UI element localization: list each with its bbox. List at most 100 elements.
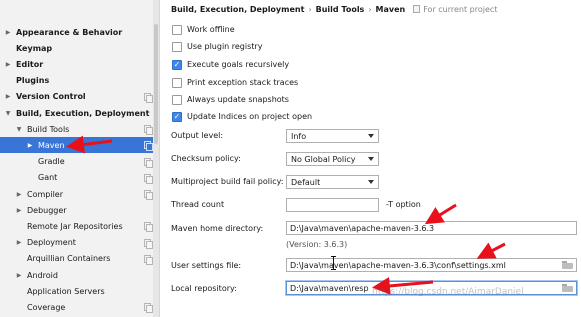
sidebar-item-label: Build Tools [27, 124, 70, 134]
chevron-down-icon [368, 157, 374, 161]
sidebar-item-label: Debugger [27, 205, 67, 215]
checkbox-work-offline[interactable]: Work offline [172, 23, 235, 36]
checkbox-use-plugin-registry[interactable]: Use plugin registry [172, 40, 262, 53]
checkbox-label: Print exception stack traces [187, 78, 299, 87]
thread-count-label: Thread count [171, 200, 225, 209]
maven-home-input[interactable]: D:\Java\maven\apache-maven-3.6.3 [286, 221, 577, 235]
sidebar-item-application-servers[interactable]: Application Servers [0, 283, 154, 299]
checkbox-unchecked-icon[interactable] [172, 77, 182, 88]
checkbox-unchecked-icon[interactable] [172, 41, 182, 52]
breadcrumb-maven: Maven [375, 4, 406, 14]
sidebar-item-label: Arquillian Containers [27, 254, 111, 264]
watermark: https://blog.csdn.net/AimarDaniel [372, 287, 524, 297]
sidebar-item-build-execution-deployment[interactable]: ▼ Build, Execution, Deployment [0, 105, 154, 121]
checksum-policy-select[interactable]: No Global Policy [286, 152, 379, 166]
checkbox-label: Always update snapshots [187, 95, 289, 104]
checkbox-execute-goals-recursively[interactable]: ✓ Execute goals recursively [172, 58, 289, 71]
maven-settings-panel: Build, Execution, Deployment › Build Too… [161, 0, 581, 317]
expand-arrow-icon[interactable]: ▼ [4, 110, 12, 117]
expand-arrow-icon[interactable]: ▼ [15, 126, 23, 133]
project-settings-icon [144, 254, 153, 265]
sidebar-item-editor[interactable]: ▶ Editor [0, 56, 154, 72]
collapse-arrow-icon[interactable]: ▶ [4, 29, 12, 36]
output-level-label: Output level: [171, 131, 224, 140]
breadcrumb-separator: › [308, 4, 312, 14]
checkbox-label: Update Indices on project open [187, 112, 313, 121]
project-settings-icon [144, 92, 153, 103]
project-settings-icon [144, 222, 153, 233]
local-repository-label: Local repository: [171, 284, 237, 293]
scrollbar-thumb[interactable] [154, 24, 158, 144]
sidebar-item-label: Compiler [27, 189, 64, 199]
checkbox-always-update-snapshots[interactable]: Always update snapshots [172, 93, 289, 106]
collapse-arrow-icon[interactable]: ▶ [4, 93, 12, 100]
sidebar-item-build-tools[interactable]: ▼ Build Tools [0, 121, 154, 137]
sidebar-item-label: Gradle [38, 157, 65, 167]
sidebar-item-label: Version Control [16, 92, 86, 102]
sidebar-item-plugins[interactable]: Plugins [0, 73, 154, 89]
checkbox-label: Execute goals recursively [187, 60, 290, 69]
sidebar-item-label: Android [27, 270, 58, 280]
checkbox-checked-icon[interactable]: ✓ [172, 59, 182, 70]
checksum-policy-label: Checksum policy: [171, 154, 241, 163]
sidebar-item-remote-jar-repositories[interactable]: Remote Jar Repositories [0, 218, 154, 234]
sidebar-item-debugger[interactable]: ▶ Debugger [0, 202, 154, 218]
sidebar-item-label: Plugins [16, 76, 50, 86]
sidebar-item-appearance-behavior[interactable]: ▶ Appearance & Behavior [0, 24, 154, 40]
checkbox-print-exception-stack-traces[interactable]: Print exception stack traces [172, 76, 298, 89]
sidebar-item-label: Maven [38, 140, 65, 150]
output-level-select[interactable]: Info [286, 129, 379, 143]
folder-icon[interactable] [562, 284, 573, 292]
collapse-arrow-icon[interactable]: ▶ [15, 207, 23, 214]
user-settings-input[interactable]: D:\Java\maven\apache-maven-3.6.3\conf\se… [286, 258, 577, 272]
sidebar-item-deployment[interactable]: ▶ Deployment [0, 235, 154, 251]
sidebar-scrollbar[interactable] [153, 0, 159, 317]
settings-sidebar: ▶ Appearance & Behavior Keymap ▶ Editor Plugi… [0, 0, 160, 317]
checkbox-update-indices-on-project-open[interactable]: ✓ Update Indices on project open [172, 110, 312, 123]
fail-policy-select[interactable]: Default [286, 175, 379, 189]
breadcrumb: Build, Execution, Deployment › Build Too… [171, 3, 497, 15]
chevron-down-icon [368, 134, 374, 138]
sidebar-item-android[interactable]: ▶ Android [0, 267, 154, 283]
sidebar-item-label: Remote Jar Repositories [27, 221, 123, 231]
collapse-arrow-icon[interactable]: ▶ [15, 191, 23, 198]
breadcrumb-build-tools: Build Tools [315, 4, 365, 14]
sidebar-item-gradle[interactable]: Gradle [0, 154, 154, 170]
project-settings-icon [413, 5, 421, 13]
maven-version-note: (Version: 3.6.3) [286, 240, 348, 249]
checkbox-unchecked-icon[interactable] [172, 24, 182, 35]
project-settings-icon [144, 141, 153, 152]
sidebar-item-label: Gant [38, 173, 58, 183]
collapse-arrow-icon[interactable]: ▶ [26, 142, 34, 149]
collapse-arrow-icon[interactable]: ▶ [15, 239, 23, 246]
sidebar-item-arquillian-containers[interactable]: Arquillian Containers [0, 251, 154, 267]
sidebar-item-maven[interactable]: ▶ Maven [0, 137, 154, 154]
checkbox-label: Work offline [187, 25, 235, 34]
fail-policy-value: Default [291, 177, 321, 187]
breadcrumb-build-execution-deployment: Build, Execution, Deployment [171, 4, 305, 14]
project-settings-icon [144, 173, 153, 184]
collapse-arrow-icon[interactable]: ▶ [4, 61, 12, 68]
folder-icon[interactable] [562, 261, 573, 269]
thread-count-input[interactable] [286, 198, 379, 212]
sidebar-item-label: Appearance & Behavior [16, 27, 123, 37]
project-settings-icon [144, 303, 153, 314]
sidebar-item-compiler[interactable]: ▶ Compiler [0, 186, 154, 202]
maven-home-label: Maven home directory: [171, 224, 264, 233]
sidebar-item-version-control[interactable]: ▶ Version Control [0, 89, 154, 105]
project-settings-icon [144, 157, 153, 168]
sidebar-item-label: Build, Execution, Deployment [16, 108, 150, 118]
checkbox-label: Use plugin registry [187, 42, 263, 51]
checkbox-checked-icon[interactable]: ✓ [172, 111, 182, 122]
collapse-arrow-icon[interactable]: ▶ [15, 272, 23, 279]
sidebar-item-coverage[interactable]: Coverage [0, 299, 154, 315]
maven-home-value: D:\Java\maven\apache-maven-3.6.3 [290, 223, 435, 233]
sidebar-item-label: Application Servers [27, 286, 105, 296]
sidebar-item-keymap[interactable]: Keymap [0, 40, 154, 56]
output-level-value: Info [291, 131, 307, 141]
breadcrumb-separator: › [368, 4, 372, 14]
user-settings-value: D:\Java\maven\apache-maven-3.6.3\conf\se… [290, 260, 506, 270]
checkbox-unchecked-icon[interactable] [172, 94, 182, 105]
sidebar-item-label: Editor [16, 59, 44, 69]
sidebar-item-gant[interactable]: Gant [0, 170, 154, 186]
